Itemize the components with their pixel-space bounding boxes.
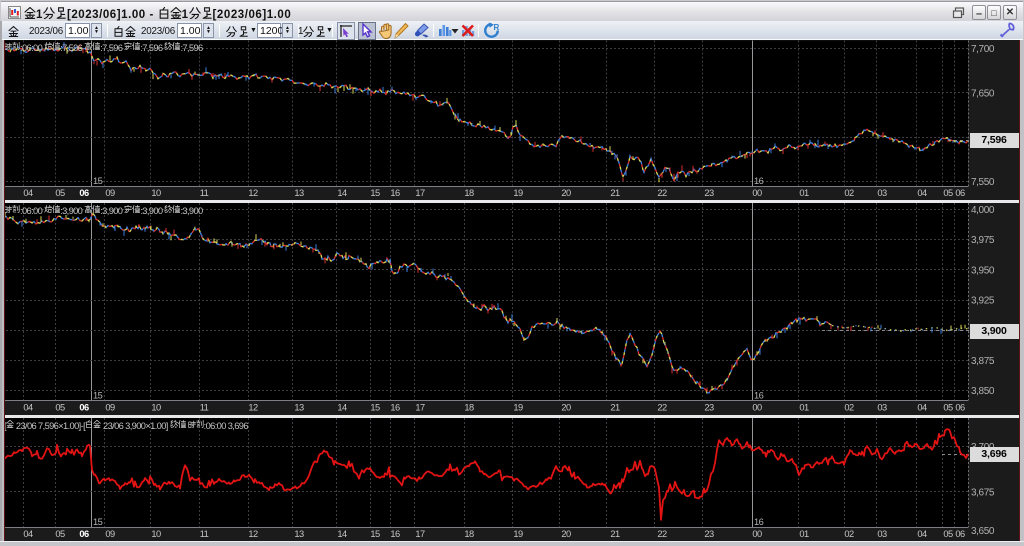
svg-text:17: 17: [415, 403, 425, 413]
svg-text:06: 06: [955, 529, 965, 539]
svg-text:15: 15: [93, 517, 103, 527]
svg-text:06: 06: [79, 403, 89, 413]
svg-text:02: 02: [844, 529, 854, 539]
svg-text:18: 18: [464, 529, 474, 539]
svg-text:05: 05: [943, 529, 953, 539]
svg-text:05: 05: [943, 188, 953, 198]
svg-text:15: 15: [370, 529, 380, 539]
svg-text:18: 18: [464, 188, 474, 198]
svg-text:14: 14: [337, 529, 347, 539]
svg-text:04: 04: [917, 529, 927, 539]
svg-text:3,950: 3,950: [971, 265, 995, 276]
svg-text:10: 10: [151, 188, 161, 198]
svg-text:04: 04: [917, 188, 927, 198]
svg-text:19: 19: [513, 188, 523, 198]
svg-text:13: 13: [294, 188, 304, 198]
svg-text:21: 21: [610, 188, 620, 198]
svg-text:06: 06: [955, 188, 965, 198]
svg-text:19: 19: [513, 403, 523, 413]
svg-text:23: 23: [704, 188, 714, 198]
svg-text:15: 15: [370, 403, 380, 413]
svg-text:06: 06: [79, 529, 89, 539]
svg-text:16: 16: [754, 517, 764, 527]
svg-text:05: 05: [55, 403, 65, 413]
svg-text:10: 10: [151, 529, 161, 539]
svg-text:16: 16: [754, 176, 764, 186]
svg-text:11: 11: [200, 403, 209, 413]
svg-text:20: 20: [561, 188, 571, 198]
svg-text:13: 13: [294, 403, 304, 413]
svg-text:04: 04: [23, 529, 33, 539]
svg-text:3,650: 3,650: [971, 526, 995, 537]
svg-text:20: 20: [561, 529, 571, 539]
svg-text:11: 11: [200, 529, 209, 539]
svg-text:03: 03: [877, 188, 887, 198]
svg-text:10: 10: [151, 403, 161, 413]
svg-text:14: 14: [337, 188, 347, 198]
svg-text:02: 02: [844, 188, 854, 198]
svg-text:03: 03: [877, 529, 887, 539]
svg-text:18: 18: [464, 403, 474, 413]
svg-text:02: 02: [844, 403, 854, 413]
svg-text:04: 04: [23, 403, 33, 413]
svg-text:3,850: 3,850: [971, 386, 995, 397]
svg-text:7,700: 7,700: [971, 44, 995, 55]
svg-text:21: 21: [610, 529, 620, 539]
svg-text:21: 21: [610, 403, 620, 413]
svg-text:3,925: 3,925: [971, 296, 995, 307]
svg-text:22: 22: [657, 529, 667, 539]
svg-text:3,875: 3,875: [971, 356, 995, 367]
svg-text:00: 00: [752, 529, 762, 539]
svg-text:12: 12: [248, 403, 258, 413]
svg-text:06: 06: [955, 403, 965, 413]
svg-text:16: 16: [390, 188, 400, 198]
svg-text:19: 19: [513, 529, 523, 539]
svg-text:06: 06: [79, 188, 89, 198]
svg-text:16: 16: [754, 391, 764, 401]
svg-text:05: 05: [943, 403, 953, 413]
svg-text:20: 20: [561, 403, 571, 413]
svg-text:13: 13: [294, 529, 304, 539]
svg-text:23: 23: [704, 529, 714, 539]
svg-text:7,650: 7,650: [971, 89, 995, 100]
svg-text:22: 22: [657, 403, 667, 413]
svg-text:01: 01: [799, 403, 809, 413]
svg-text:01: 01: [799, 529, 809, 539]
svg-text:23: 23: [704, 403, 714, 413]
svg-text:00: 00: [752, 403, 762, 413]
svg-text:17: 17: [415, 529, 425, 539]
svg-text:12: 12: [248, 188, 258, 198]
svg-text:16: 16: [390, 403, 400, 413]
svg-text:04: 04: [23, 188, 33, 198]
svg-text:09: 09: [105, 188, 115, 198]
svg-text:7,550: 7,550: [971, 177, 995, 188]
svg-text:11: 11: [200, 188, 209, 198]
svg-text:12: 12: [248, 529, 258, 539]
svg-text:03: 03: [877, 403, 887, 413]
svg-text:05: 05: [55, 188, 65, 198]
svg-text:4,000: 4,000: [971, 205, 995, 216]
svg-text:16: 16: [390, 529, 400, 539]
svg-text:17: 17: [415, 188, 425, 198]
svg-text:00: 00: [752, 188, 762, 198]
svg-text:22: 22: [657, 188, 667, 198]
svg-text:15: 15: [93, 391, 103, 401]
svg-text:01: 01: [799, 188, 809, 198]
svg-text:09: 09: [105, 529, 115, 539]
svg-text:04: 04: [917, 403, 927, 413]
svg-text:3,675: 3,675: [971, 487, 995, 498]
svg-text:14: 14: [337, 403, 347, 413]
svg-text:15: 15: [93, 176, 103, 186]
svg-text:3,975: 3,975: [971, 235, 995, 246]
svg-text:15: 15: [370, 188, 380, 198]
svg-text:05: 05: [55, 529, 65, 539]
svg-text:09: 09: [105, 403, 115, 413]
